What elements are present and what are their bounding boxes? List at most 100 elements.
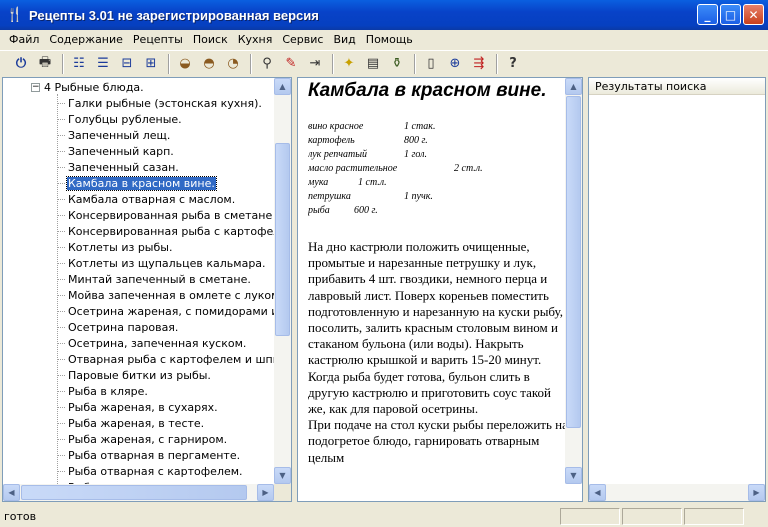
scroll-right-icon[interactable]: ▶ <box>257 484 274 501</box>
tree-item[interactable]: Мойва запеченная в омлете с луком. <box>57 287 274 303</box>
tree-item[interactable]: Рыба отварная в пергаменте. <box>57 447 274 463</box>
tree-connector <box>57 390 65 392</box>
tree-item[interactable]: Галки рыбные (эстонская кухня). <box>57 95 274 111</box>
tree-item[interactable]: Осетрина, запеченная куском. <box>57 335 274 351</box>
scroll-left-icon[interactable]: ◀ <box>589 484 606 501</box>
tree-children: Галки рыбные (эстонская кухня). Голубцы р… <box>57 95 274 484</box>
power-icon[interactable]: ⏻ <box>10 53 32 75</box>
menu-help[interactable]: Помощь <box>361 33 418 46</box>
scroll-thumb[interactable] <box>275 143 290 336</box>
expand-tree-icon[interactable]: ☷ <box>68 53 90 75</box>
ingredient-name: вино красное <box>308 121 364 132</box>
scroll-left-icon[interactable]: ◀ <box>3 484 20 501</box>
scroll-down-icon[interactable]: ▼ <box>274 467 291 484</box>
ingredient-quantity: 600 г. <box>354 205 378 216</box>
results-header[interactable]: Результаты поиска <box>589 78 765 95</box>
bottle-icon[interactable]: ⚱ <box>386 53 408 75</box>
export-icon[interactable]: ⇶ <box>468 53 490 75</box>
tree-item[interactable]: Консервированная рыба с картофелем. <box>57 223 274 239</box>
collapse-tree-icon[interactable]: ☰ <box>92 53 114 75</box>
pot-icon[interactable]: ◓ <box>198 53 220 75</box>
tree-item[interactable]: Осетрина паровая. <box>57 319 274 335</box>
printer-icon[interactable]: 🖶 <box>34 53 56 75</box>
menu-file[interactable]: Файл <box>4 33 44 46</box>
book-icon[interactable]: ▤ <box>362 53 384 75</box>
ingredient-quantity: 1 гол. <box>404 149 428 160</box>
tree-horizontal-scrollbar[interactable]: ◀ ▶ <box>3 484 274 501</box>
tree-item[interactable]: Голубцы рубленые. <box>57 111 274 127</box>
tree-item[interactable]: Запеченный лещ. <box>57 127 274 143</box>
tree-item[interactable]: Камбала в красном вине. <box>57 175 274 191</box>
menu-service[interactable]: Сервис <box>277 33 328 46</box>
bowl-icon[interactable]: ◒ <box>174 53 196 75</box>
scroll-up-icon[interactable]: ▲ <box>565 78 582 95</box>
tree-connector <box>57 342 65 344</box>
tree-item[interactable]: Котлеты из щупальцев кальмара. <box>57 255 274 271</box>
ingredient-row: лук репчатый 1 гол. <box>308 149 570 163</box>
menu-view[interactable]: Вид <box>328 33 360 46</box>
toolbar-separator <box>168 53 170 74</box>
add-page-icon[interactable]: ⊕ <box>444 53 466 75</box>
recipe-vertical-scrollbar[interactable]: ▲ ▼ <box>565 78 582 484</box>
tree-item[interactable]: Консервированная рыба в сметане с карт <box>57 207 274 223</box>
tree-connector <box>57 438 65 440</box>
tree-vertical-scrollbar[interactable]: ▲ ▼ <box>274 78 291 484</box>
ingredient-row: картофель 800 г. <box>308 135 570 149</box>
ingredient-name: лук репчатый <box>308 149 368 160</box>
tree-item[interactable]: Рыба жареная, в тесте. <box>57 415 274 431</box>
menu-recipes[interactable]: Рецепты <box>128 33 188 46</box>
tree-item-label: Котлеты из щупальцев кальмара. <box>68 256 266 270</box>
app-icon[interactable]: 🍴 <box>5 5 25 25</box>
tree-item[interactable]: Запеченный карп. <box>57 143 274 159</box>
ingredient-quantity: 1 ст.л. <box>358 177 387 188</box>
tree-item[interactable]: Рыба жареная, с гарниром. <box>57 431 274 447</box>
ingredient-quantity: 1 пучк. <box>404 191 433 202</box>
tree-connector <box>57 118 65 120</box>
scroll-down-icon[interactable]: ▼ <box>565 467 582 484</box>
expand-node-icon[interactable]: ⊞ <box>140 53 162 75</box>
menu-cuisine[interactable]: Кухня <box>233 33 278 46</box>
indent-icon[interactable]: ⇥ <box>304 53 326 75</box>
tree-item[interactable]: Рыба отварная с картофелем. <box>57 463 274 479</box>
binoculars-icon[interactable]: ⚲ <box>256 53 278 75</box>
tree-item-label: Паровые битки из рыбы. <box>68 368 211 382</box>
menu-search[interactable]: Поиск <box>188 33 233 46</box>
scroll-thumb[interactable] <box>21 485 247 500</box>
ingredient-row: петрушка 1 пучк. <box>308 191 570 205</box>
tree-item-label: Запеченный сазан. <box>68 160 179 174</box>
help-icon[interactable]: ? <box>502 53 524 75</box>
tree-item[interactable]: Котлеты из рыбы. <box>57 239 274 255</box>
close-button[interactable]: ✕ <box>743 4 764 25</box>
tree-item[interactable]: Запеченный сазан. <box>57 159 274 175</box>
scroll-up-icon[interactable]: ▲ <box>274 78 291 95</box>
tree-connector <box>57 182 65 184</box>
results-horizontal-scrollbar[interactable]: ◀ ▶ <box>589 484 765 501</box>
maximize-button[interactable]: □ <box>720 4 741 25</box>
tree-item[interactable]: Рыба жареная, в сухарях. <box>57 399 274 415</box>
tree-root-node[interactable]: − 4 Рыбные блюда. <box>31 79 144 95</box>
bulb-icon[interactable]: ✦ <box>338 53 360 75</box>
tree-item[interactable]: Камбала отварная с маслом. <box>57 191 274 207</box>
tree-item[interactable]: Рыба в кляре. <box>57 383 274 399</box>
minimize-button[interactable]: _ <box>697 4 718 25</box>
collapse-icon[interactable]: − <box>31 82 40 92</box>
tree-connector <box>57 454 65 456</box>
status-bar: готов <box>0 505 768 527</box>
pan-icon[interactable]: ◔ <box>222 53 244 75</box>
menu-contents[interactable]: Содержание <box>44 33 128 46</box>
page-icon[interactable]: ▯ <box>420 53 442 75</box>
ingredient-name: мука <box>308 177 329 188</box>
tree-item[interactable]: Осетрина жареная, с помидорами и луко <box>57 303 274 319</box>
scroll-thumb[interactable] <box>566 96 581 428</box>
tree-item[interactable]: Паровые битки из рыбы. <box>57 367 274 383</box>
tree-item-label: Запеченный лещ. <box>68 128 171 142</box>
toolbar: ⏻ 🖶 ☷ ☰ ⊟ ⊞ ◒ ◓ ◔ ⚲ ✎ ⇥ ✦ ▤ ⚱ ▯ ⊕ ⇶ ? <box>0 50 768 76</box>
scroll-right-icon[interactable]: ▶ <box>748 484 765 501</box>
tree-item[interactable]: Отварная рыба с картофелем и шпиком. <box>57 351 274 367</box>
minimize-node-icon[interactable]: ⊟ <box>116 53 138 75</box>
recipe-tree: − 4 Рыбные блюда. Галки рыбные (эстонска… <box>3 78 274 484</box>
tree-item-label: Рыба в кляре. <box>68 384 148 398</box>
tree-item[interactable]: Минтай запеченный в сметане. <box>57 271 274 287</box>
pen-icon[interactable]: ✎ <box>280 53 302 75</box>
toolbar-separator <box>496 53 498 74</box>
